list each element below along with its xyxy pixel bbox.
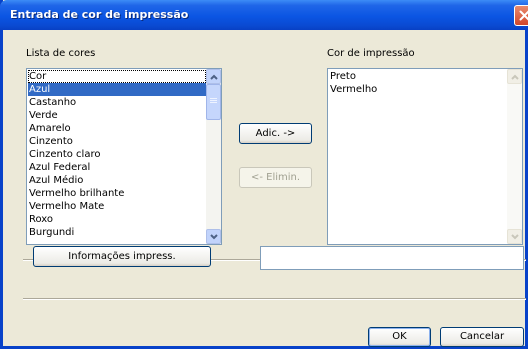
scroll-up-button[interactable] — [206, 69, 221, 84]
ok-button[interactable]: OK — [368, 327, 431, 347]
title-bar[interactable]: Entrada de cor de impressão — [0, 0, 528, 30]
scroll-down-button-disabled — [507, 229, 522, 244]
print-color-label: Cor de impressão — [327, 48, 415, 59]
print-info-field[interactable] — [260, 246, 524, 270]
list-item[interactable]: Verde — [28, 109, 206, 122]
list-item[interactable]: Azul — [28, 83, 206, 96]
print-color-list[interactable]: Preto Vermelho — [327, 68, 523, 245]
print-info-button[interactable]: Informações impress. — [33, 246, 211, 267]
color-list[interactable]: Cor Azul Castanho Verde Amarelo Cinzento Cinze… — [26, 68, 222, 245]
chevron-down-icon — [511, 234, 519, 240]
window-title: Entrada de cor de impressão — [10, 8, 189, 21]
list-item[interactable]: Vermelho Mate — [28, 200, 206, 213]
list-item[interactable]: Vermelho — [329, 83, 507, 96]
print-color-dialog: Entrada de cor de impressão Lista de cor… — [0, 0, 528, 349]
close-button[interactable] — [514, 5, 528, 26]
scroll-down-button[interactable] — [206, 229, 221, 244]
list-item[interactable]: Azul Federal — [28, 161, 206, 174]
chevron-up-icon — [210, 74, 218, 80]
color-list-scrollbar[interactable] — [206, 69, 221, 244]
list-item[interactable]: Cor — [28, 70, 206, 83]
print-color-list-scrollbar — [507, 69, 522, 244]
color-list-label: Lista de cores — [26, 48, 96, 59]
list-item[interactable]: Preto — [329, 70, 507, 83]
list-item[interactable]: Vermelho brilhante — [28, 187, 206, 200]
chevron-up-icon — [511, 74, 519, 80]
remove-button[interactable]: <- Elimin. — [239, 167, 312, 188]
list-item[interactable]: Castanho — [28, 96, 206, 109]
separator-bottom — [23, 298, 526, 300]
list-item[interactable]: Burgundi — [28, 226, 206, 239]
list-item[interactable]: Cinzento — [28, 135, 206, 148]
list-item[interactable]: Azul Médio — [28, 174, 206, 187]
scroll-thumb[interactable] — [206, 84, 221, 120]
list-item[interactable]: Amarelo — [28, 122, 206, 135]
close-icon — [519, 10, 528, 21]
list-item[interactable]: Cinzento claro — [28, 148, 206, 161]
cancel-button[interactable]: Cancelar — [440, 327, 524, 347]
add-button[interactable]: Adic. -> — [239, 123, 312, 144]
list-item[interactable]: Roxo — [28, 213, 206, 226]
scroll-up-button-disabled — [507, 69, 522, 84]
chevron-down-icon — [210, 234, 218, 240]
